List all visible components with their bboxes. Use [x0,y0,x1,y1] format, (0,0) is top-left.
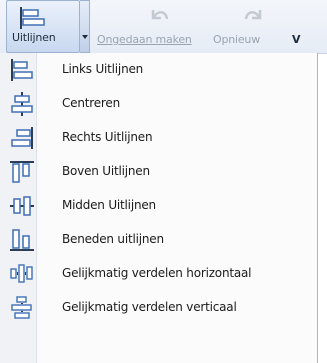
align-bottom-icon [10,228,34,252]
menu-item-label: Boven Uitlijnen [62,164,150,178]
align-middle-icon [10,194,34,218]
distribute-vertical-icon [10,296,34,320]
chevron-down-icon [82,35,88,39]
menu-item-distribute-vertical[interactable]: Gelijkmatig verdelen verticaal [0,291,317,325]
menu-item-align-left[interactable]: Links Uitlijnen [0,53,317,87]
menu-item-distribute-horizontal[interactable]: Gelijkmatig verdelen horizontaal [0,257,317,291]
undo-icon [150,7,170,27]
ribbon-toolbar: Uitlijnen Ongedaan maken Opnieuw V [0,0,327,54]
menu-item-label: Beneden uitlijnen [62,232,164,246]
redo-button-label: Opnieuw [213,33,261,46]
menu-item-label: Midden Uitlijnen [62,198,156,212]
align-button[interactable]: Uitlijnen [6,0,80,53]
align-dropdown-menu: Links Uitlijnen Centreren Rechts Uitlijn… [0,53,318,363]
align-center-icon [10,92,34,116]
align-left-icon [10,58,34,82]
align-button-label: Uitlijnen [12,31,56,44]
align-top-icon [10,160,34,184]
align-right-icon [10,126,34,150]
undo-button[interactable]: Ongedaan maken [95,0,213,53]
menu-item-label: Centreren [62,96,120,110]
menu-item-align-middle[interactable]: Midden Uitlijnen [0,189,317,223]
menu-item-label: Rechts Uitlijnen [62,130,153,144]
menu-item-align-right[interactable]: Rechts Uitlijnen [0,121,317,155]
menu-item-align-top[interactable]: Boven Uitlijnen [0,155,317,189]
menu-item-label: Gelijkmatig verdelen horizontaal [62,266,252,280]
align-left-icon [19,7,45,29]
menu-item-label: Links Uitlijnen [62,62,144,76]
redo-icon [243,7,263,27]
align-dropdown-arrow[interactable] [80,0,90,53]
distribute-horizontal-icon [10,262,34,286]
menu-item-align-bottom[interactable]: Beneden uitlijnen [0,223,317,257]
undo-button-label: Ongedaan maken [97,33,192,46]
menu-item-center[interactable]: Centreren [0,87,317,121]
redo-button[interactable]: Opnieuw [213,0,288,53]
next-toolbar-item-label[interactable]: V [292,33,301,46]
menu-item-label: Gelijkmatig verdelen verticaal [62,300,237,314]
